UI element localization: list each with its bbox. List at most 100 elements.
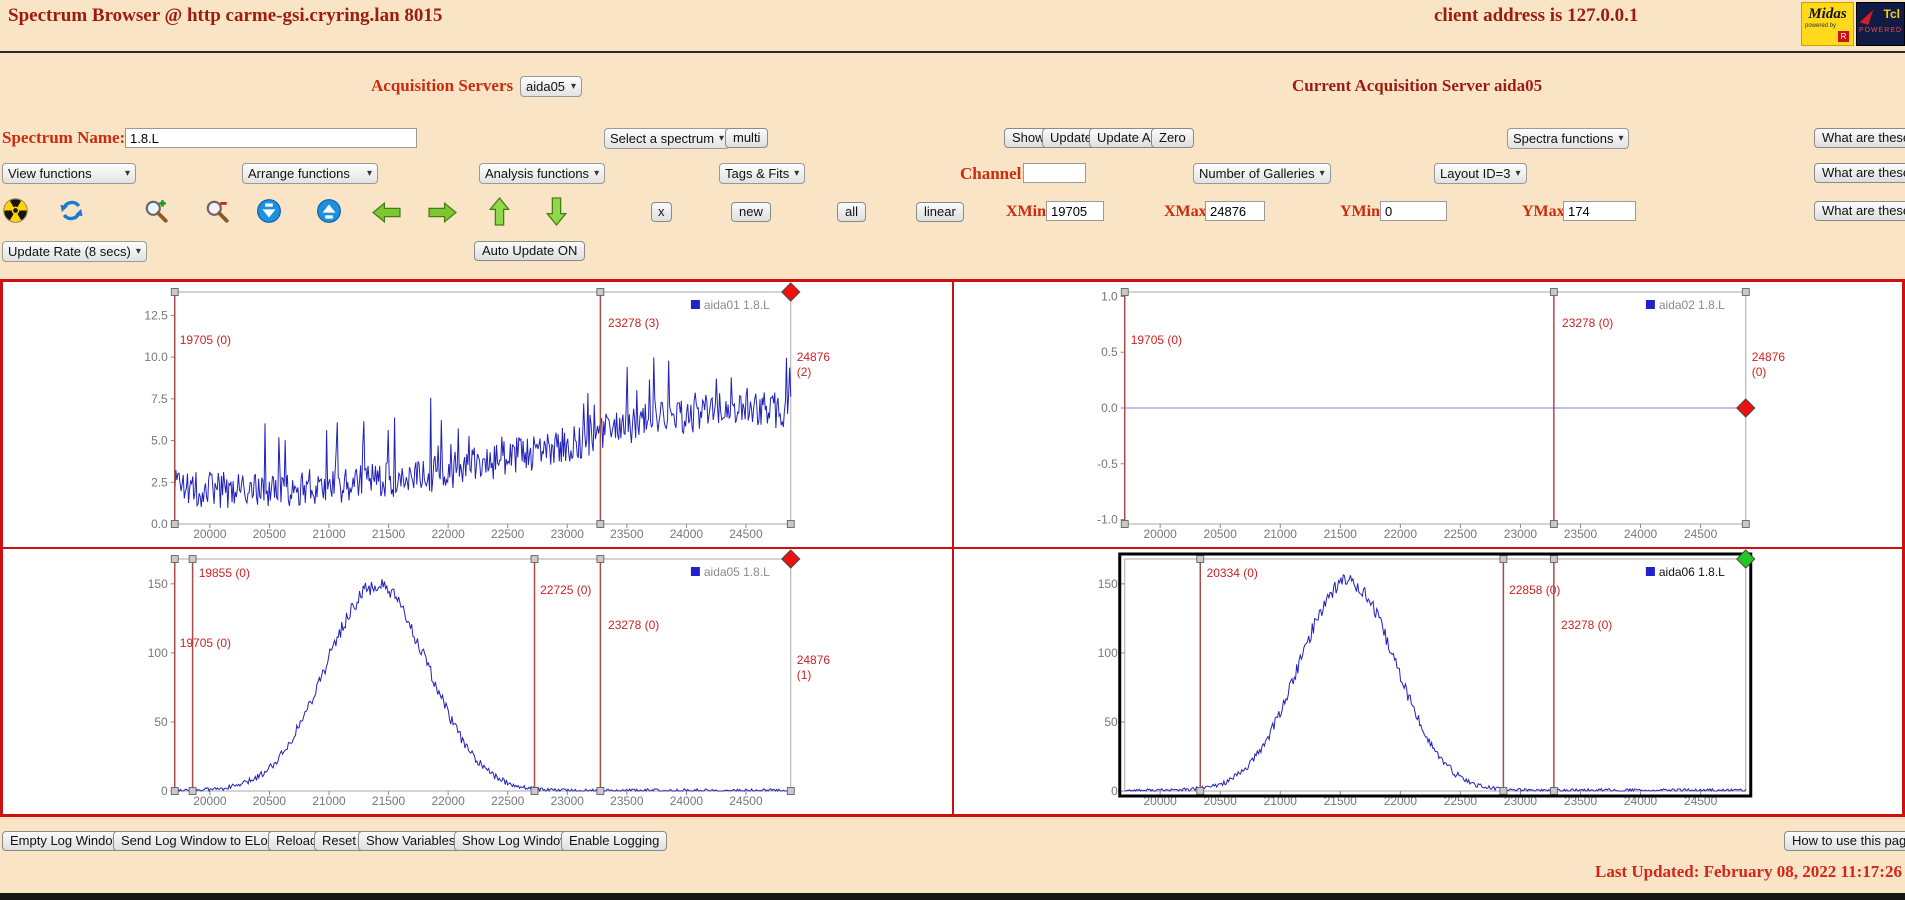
expand-y-button[interactable]	[316, 198, 342, 224]
show-variables-button[interactable]: Show Variables	[358, 831, 463, 851]
reset-button[interactable]: Reset	[314, 831, 364, 851]
ymax-input[interactable]	[1563, 201, 1636, 221]
tcl-logo[interactable]: Tcl POWERED	[1856, 2, 1905, 46]
spectrum-panel-aida01[interactable]: 2000020500210002150022000225002300023500…	[2, 281, 953, 548]
x-button[interactable]: x	[651, 202, 672, 222]
legend-label: aida02 1.8.L	[1658, 298, 1724, 312]
spectrum-chart-aida01[interactable]: 2000020500210002150022000225002300023500…	[3, 282, 952, 547]
marker-handle[interactable]	[189, 788, 196, 795]
x-tick-label: 23000	[551, 527, 585, 541]
marker-label: 19705 (0)	[1130, 333, 1181, 347]
x-tick-label: 22500	[491, 794, 525, 808]
spectrum-name-input[interactable]	[125, 128, 417, 148]
marker-handle[interactable]	[171, 289, 178, 296]
y-tick-label: 150	[1097, 577, 1117, 591]
marker-handle[interactable]	[597, 556, 604, 563]
linear-button[interactable]: linear	[916, 202, 964, 222]
pan-down-button[interactable]	[545, 197, 568, 226]
layout-id-dropdown[interactable]: Layout ID=3	[1434, 163, 1527, 184]
marker-handle[interactable]	[1550, 788, 1557, 795]
xmax-input[interactable]	[1205, 201, 1265, 221]
marker-handle[interactable]	[1196, 788, 1203, 795]
ymin-input[interactable]	[1380, 201, 1447, 221]
marker-handle[interactable]	[787, 521, 794, 528]
spectrum-browser-page: { "colors": { "background": "#f9e4c6", "…	[0, 0, 1905, 900]
y-tick-label: 100	[148, 646, 168, 660]
marker-handle[interactable]	[1742, 521, 1749, 528]
marker-handle[interactable]	[1499, 788, 1506, 795]
marker-handle[interactable]	[1196, 556, 1203, 563]
marker-handle[interactable]	[1121, 521, 1128, 528]
enable-logging-button[interactable]: Enable Logging	[561, 831, 667, 851]
marker-handle[interactable]	[171, 556, 178, 563]
spectrum-chart-aida05[interactable]: 2000020500210002150022000225002300023500…	[3, 549, 952, 814]
tags-fits-dropdown[interactable]: Tags & Fits	[719, 163, 805, 184]
marker-handle[interactable]	[171, 788, 178, 795]
pan-right-icon	[428, 201, 457, 224]
marker-handle[interactable]	[1550, 289, 1557, 296]
radiation-button[interactable]	[2, 197, 29, 224]
arrange-functions-dropdown[interactable]: Arrange functions	[242, 163, 378, 184]
multi-button[interactable]: multi	[725, 128, 768, 148]
refresh-icon	[58, 197, 85, 224]
marker-handle[interactable]	[171, 521, 178, 528]
x-tick-label: 24500	[1683, 527, 1717, 541]
send-log-to-elog-button[interactable]: Send Log Window to ELog	[113, 831, 283, 851]
x-tick-label: 24000	[670, 794, 704, 808]
refresh-button[interactable]	[58, 197, 85, 224]
marker-handle[interactable]	[597, 521, 604, 528]
edge-label: (2)	[797, 365, 812, 379]
new-button[interactable]: new	[731, 202, 771, 222]
marker-handle[interactable]	[1742, 289, 1749, 296]
marker-handle[interactable]	[1550, 556, 1557, 563]
spectrum-gallery: 2000020500210002150022000225002300023500…	[0, 279, 1905, 817]
ymax-label: YMax	[1522, 203, 1565, 221]
marker-handle[interactable]	[1121, 289, 1128, 296]
marker-handle[interactable]	[1499, 556, 1506, 563]
client-address: client address is 127.0.0.1	[1434, 5, 1638, 27]
what-are-these-button-2[interactable]: What are these?	[1814, 163, 1905, 183]
x-tick-label: 21000	[312, 794, 346, 808]
spectra-functions-dropdown[interactable]: Spectra functions	[1507, 128, 1629, 149]
auto-update-button[interactable]: Auto Update ON	[474, 241, 585, 261]
spectrum-chart-aida02[interactable]: 2000020500210002150022000225002300023500…	[954, 282, 1903, 547]
header-divider	[0, 51, 1905, 53]
zoom-in-button[interactable]	[143, 198, 169, 224]
y-tick-label: 0	[1111, 784, 1118, 798]
zoom-out-button[interactable]	[204, 198, 230, 224]
xmin-input[interactable]	[1046, 201, 1104, 221]
acquisition-server-select[interactable]: aida05	[520, 76, 582, 97]
analysis-functions-dropdown[interactable]: Analysis functions	[479, 163, 605, 184]
show-log-window-button[interactable]: Show Log Window	[454, 831, 578, 851]
empty-log-window-button[interactable]: Empty Log Window	[2, 831, 130, 851]
zero-button[interactable]: Zero	[1151, 128, 1194, 148]
pan-left-button[interactable]	[372, 201, 401, 224]
update-rate-dropdown[interactable]: Update Rate (8 secs)	[2, 241, 147, 262]
spectrum-panel-aida06[interactable]: 2000020500210002150022000225002300023500…	[953, 548, 1904, 815]
midas-logo[interactable]: Midas powered by R	[1801, 2, 1854, 46]
how-to-use-button[interactable]: How to use this page	[1784, 831, 1905, 851]
marker-handle[interactable]	[597, 289, 604, 296]
what-are-these-button-1[interactable]: What are these?	[1814, 128, 1905, 148]
select-spectrum-dropdown[interactable]: Select a spectrum	[604, 128, 730, 149]
pan-up-button[interactable]	[488, 197, 511, 226]
spectrum-chart-aida06[interactable]: 2000020500210002150022000225002300023500…	[954, 549, 1903, 814]
marker-handle[interactable]	[787, 788, 794, 795]
marker-handle[interactable]	[531, 556, 538, 563]
marker-handle[interactable]	[531, 788, 538, 795]
tags-fits-value: Tags & Fits	[725, 166, 789, 181]
pan-right-button[interactable]	[428, 201, 457, 224]
view-functions-dropdown[interactable]: View functions	[2, 163, 136, 184]
shrink-y-button[interactable]	[256, 198, 282, 224]
channel-input[interactable]	[1023, 163, 1086, 183]
marker-handle[interactable]	[1550, 521, 1557, 528]
y-tick-label: 5.0	[151, 434, 168, 448]
spectrum-panel-aida05[interactable]: 2000020500210002150022000225002300023500…	[2, 548, 953, 815]
galleries-dropdown[interactable]: Number of Galleries	[1193, 163, 1331, 184]
marker-handle[interactable]	[597, 788, 604, 795]
legend-label: aida01 1.8.L	[704, 298, 770, 312]
marker-handle[interactable]	[189, 556, 196, 563]
spectrum-panel-aida02[interactable]: 2000020500210002150022000225002300023500…	[953, 281, 1904, 548]
all-button[interactable]: all	[837, 202, 866, 222]
what-are-these-button-3[interactable]: What are these?	[1814, 201, 1905, 221]
